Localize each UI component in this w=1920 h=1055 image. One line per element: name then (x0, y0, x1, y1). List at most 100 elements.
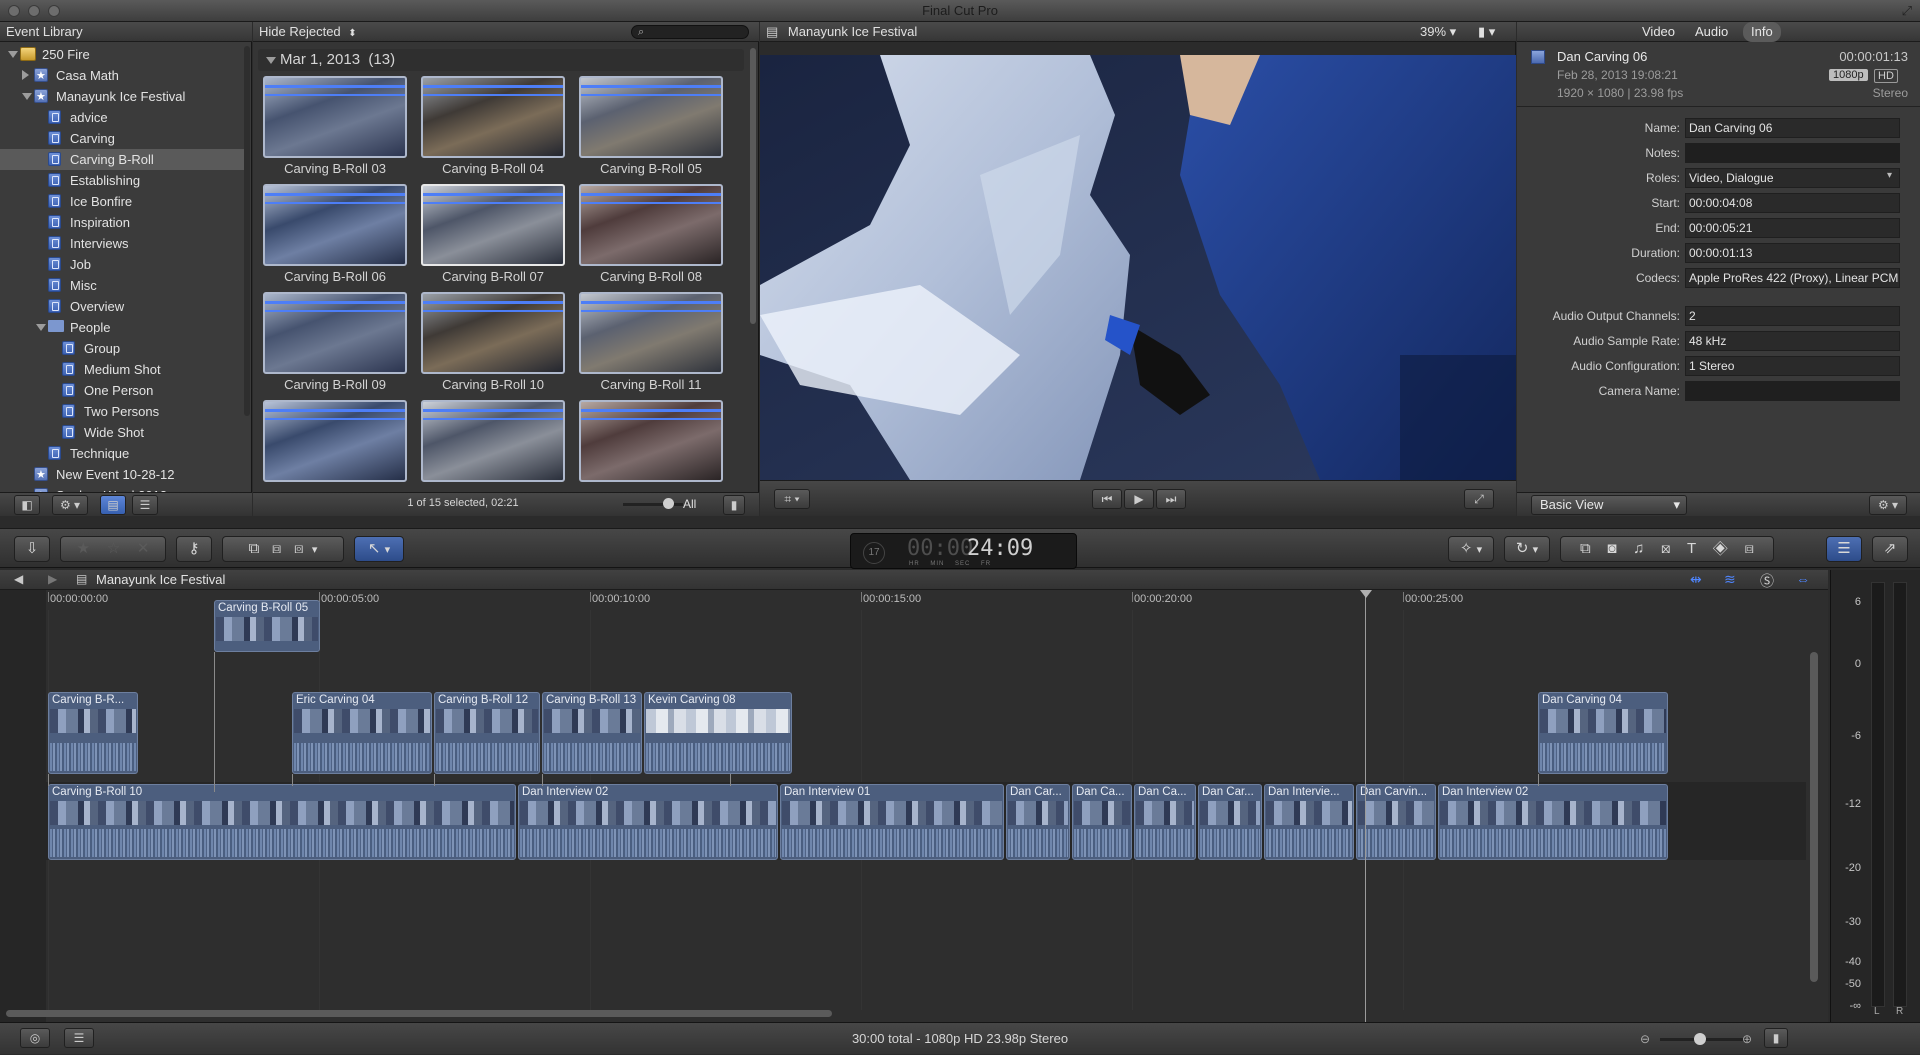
disclosure-triangle-icon[interactable] (8, 51, 18, 58)
library-item[interactable]: Casa Math (0, 65, 244, 87)
append-clip-icon[interactable]: ⧇ (294, 540, 304, 557)
generators-browser-icon[interactable]: ◈ (1713, 540, 1728, 557)
edit-mode-chevron-icon[interactable]: ▾ (312, 544, 318, 556)
disclosure-triangle-icon[interactable] (22, 70, 29, 80)
inspector-field-value[interactable]: 1 Stereo (1685, 356, 1900, 376)
inspector-field-value[interactable]: 00:00:04:08 (1685, 193, 1900, 213)
roles-chevron-icon[interactable]: ▾ (1887, 170, 1892, 181)
timeline-clip[interactable]: Dan Car... (1006, 784, 1070, 860)
keyword-editor-icon[interactable]: ⚷ (176, 536, 212, 562)
browser-search-input[interactable]: ⌕ (631, 25, 749, 39)
timeline-horizontal-scrollbar[interactable] (6, 1010, 832, 1017)
fullscreen-icon[interactable]: ⤢ (1902, 0, 1912, 22)
connect-clip-icon[interactable]: ⧉ (249, 540, 260, 557)
go-to-start-icon[interactable]: ⏮ (1092, 489, 1122, 509)
clip-appearance-list-icon[interactable]: ☰ (64, 1028, 94, 1048)
favorite-icon[interactable]: ★ (77, 540, 90, 557)
clip-thumbnail[interactable] (421, 400, 565, 482)
disclosure-triangle-icon[interactable] (266, 57, 276, 64)
dashboard-timecode[interactable]: 17 00:00 24:09 HR MIN SEC FR (850, 533, 1077, 569)
inspector-field-value[interactable] (1685, 381, 1900, 401)
library-item[interactable]: Inspiration (0, 212, 244, 233)
clip-thumbnail[interactable] (421, 292, 565, 374)
library-item[interactable]: Misc (0, 275, 244, 296)
timeline-clip[interactable]: Dan Car... (1198, 784, 1262, 860)
inspector-field-value[interactable]: 00:00:05:21 (1685, 218, 1900, 238)
clip-thumbnail[interactable] (579, 292, 723, 374)
retime-icon[interactable]: ↻ ▾ (1504, 536, 1550, 562)
inspector-action-gear-icon[interactable]: ⚙ ▾ (1869, 495, 1907, 515)
library-item[interactable]: Carving B-Roll (0, 149, 244, 170)
inspector-field-value[interactable] (1685, 143, 1900, 163)
clip-zoom-slider[interactable] (623, 503, 683, 506)
list-view-icon[interactable]: ☰ (132, 495, 158, 515)
minimize-window-button[interactable] (28, 5, 40, 17)
library-item[interactable]: Establishing (0, 170, 244, 191)
library-item[interactable]: Job (0, 254, 244, 275)
timeline-clip[interactable]: Dan Carvin... (1356, 784, 1436, 860)
zoom-out-icon[interactable]: ⊖ (1640, 1023, 1650, 1055)
playhead[interactable] (1365, 594, 1366, 1022)
library-item[interactable]: Overview (0, 296, 244, 317)
date-group-header[interactable]: Mar 1, 2013 (13) (258, 49, 744, 71)
share-icon[interactable]: ⇗ (1872, 536, 1908, 562)
transitions-browser-icon[interactable]: ⊠ (1661, 540, 1671, 557)
disclosure-triangle-icon[interactable] (36, 324, 46, 331)
fullscreen-playback-icon[interactable]: ⤢ (1464, 489, 1494, 509)
library-item[interactable]: Carving (0, 128, 244, 149)
titles-browser-icon[interactable]: T (1687, 540, 1696, 557)
timeline-clip[interactable]: Carving B-Roll 12 (434, 692, 540, 774)
inspector-toggle-icon[interactable]: ☰ (1826, 536, 1862, 562)
timeline-clip[interactable]: Dan Carving 04 (1538, 692, 1668, 774)
library-item[interactable]: People (0, 317, 244, 338)
clip-thumbnail[interactable] (421, 184, 565, 266)
transform-tool-icon[interactable]: ⌗ ▾ (774, 489, 810, 509)
unrate-icon[interactable]: ☆ (107, 540, 120, 557)
viewer-video-frame[interactable] (760, 55, 1516, 480)
close-window-button[interactable] (8, 5, 20, 17)
timeline-clip[interactable]: Dan Interview 02 (1438, 784, 1668, 860)
timeline-clip[interactable]: Dan Intervie... (1264, 784, 1354, 860)
inspector-field-value[interactable]: 2 (1685, 306, 1900, 326)
library-item[interactable]: Group (0, 338, 244, 359)
metadata-view-select[interactable]: Basic View ▾ (1531, 495, 1687, 515)
library-item[interactable]: advice (0, 107, 244, 128)
timeline-clip[interactable]: Dan Ca... (1134, 784, 1196, 860)
timeline-clip[interactable]: Carving B-R... (48, 692, 138, 774)
clip-thumbnail[interactable] (579, 184, 723, 266)
toggle-library-icon[interactable]: ◧ (14, 495, 40, 515)
themes-browser-icon[interactable]: ⧈ (1744, 540, 1754, 557)
clip-thumbnail[interactable] (263, 292, 407, 374)
timeline-clip[interactable]: Dan Interview 02 (518, 784, 778, 860)
playhead-handle-icon[interactable] (1360, 590, 1372, 598)
timeline-zoom-knob[interactable] (1694, 1033, 1706, 1045)
go-to-end-icon[interactable]: ⏭ (1156, 489, 1186, 509)
timeline-index-icon[interactable]: ◎ (20, 1028, 50, 1048)
timeline-clip[interactable]: Dan Interview 01 (780, 784, 1004, 860)
timeline-clip[interactable]: Carving B-Roll 13 (542, 692, 642, 774)
timeline-vertical-scrollbar[interactable] (1810, 652, 1818, 982)
timeline-appearance-icon[interactable]: ▮ (1764, 1028, 1788, 1048)
photo-browser-icon[interactable]: ◙ (1607, 540, 1616, 557)
clip-zoom-knob[interactable] (663, 498, 674, 509)
clip-thumbnail[interactable] (579, 400, 723, 482)
library-item[interactable]: Wide Shot (0, 422, 244, 443)
inspector-field-value[interactable]: Dan Carving 06 (1685, 118, 1900, 138)
clip-appearance-icon[interactable]: ▮ (723, 495, 745, 515)
play-icon[interactable]: ▶ (1124, 489, 1154, 509)
clip-thumbnail[interactable] (263, 76, 407, 158)
filmstrip-view-icon[interactable]: ▤ (100, 495, 126, 515)
inspector-field-value[interactable]: 48 kHz (1685, 331, 1900, 351)
library-item[interactable]: New Event 10-28-12 (0, 464, 244, 486)
clip-thumbnail[interactable] (263, 184, 407, 266)
clip-thumbnail[interactable] (421, 76, 565, 158)
clip-thumbnail[interactable] (263, 400, 407, 482)
library-item[interactable]: 250 Fire (0, 44, 244, 65)
enhancements-wand-icon[interactable]: ✧ ▾ (1448, 536, 1494, 562)
library-item[interactable]: Interviews (0, 233, 244, 254)
music-browser-icon[interactable]: ♫ (1633, 540, 1644, 557)
zoom-window-button[interactable] (48, 5, 60, 17)
library-item[interactable]: Two Persons (0, 401, 244, 422)
timeline-clip[interactable]: Kevin Carving 08 (644, 692, 792, 774)
library-item[interactable]: Manayunk Ice Festival (0, 86, 244, 108)
